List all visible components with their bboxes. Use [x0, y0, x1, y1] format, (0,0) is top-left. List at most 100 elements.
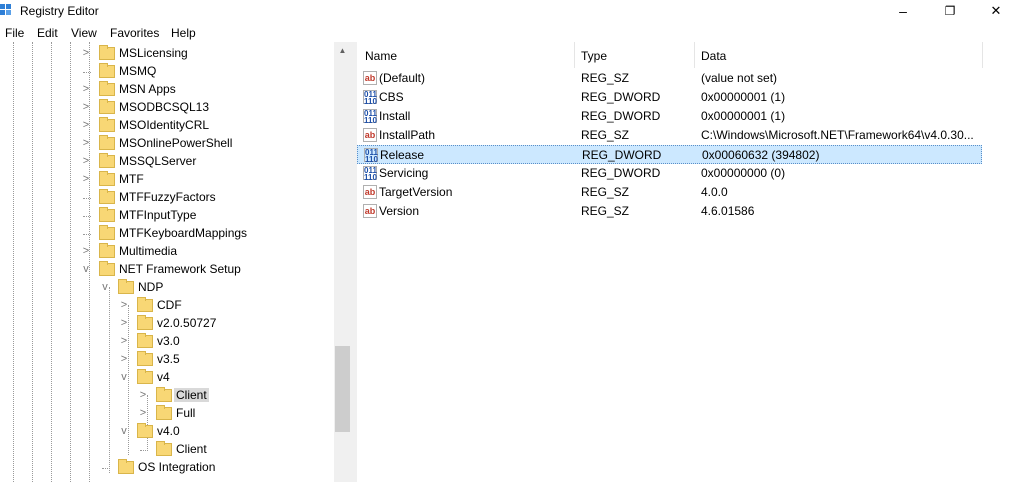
tree-node[interactable]: > MSOIdentityCRL: [0, 117, 334, 135]
value-row[interactable]: ab InstallPath REG_SZ C:\Windows\Microsoft.…: [357, 126, 982, 145]
expand-chevron-icon[interactable]: >: [119, 317, 129, 329]
tree-node[interactable]: > MSODBCSQL13: [0, 99, 334, 117]
tree-node[interactable]: MTFFuzzyFactors: [0, 189, 334, 207]
expand-chevron-icon[interactable]: >: [81, 47, 91, 59]
minimize-button[interactable]: –: [880, 0, 926, 24]
tree-node[interactable]: MTFInputType: [0, 207, 334, 225]
tree-node-label[interactable]: MSLicensing: [117, 46, 190, 60]
tree-node-label[interactable]: CDF: [155, 298, 184, 312]
tree-node-label[interactable]: OS Integration: [136, 460, 217, 474]
tree-node-label[interactable]: MTFInputType: [117, 208, 198, 222]
maximize-button[interactable]: ❐: [927, 0, 973, 24]
scroll-up-arrow-icon[interactable]: ▲: [334, 42, 351, 59]
string-value-icon: ab: [363, 185, 377, 199]
expand-chevron-icon[interactable]: >: [81, 137, 91, 149]
menu-edit[interactable]: Edit: [37, 26, 58, 40]
expand-chevron-icon[interactable]: >: [81, 119, 91, 131]
tree-node[interactable]: v NDP: [0, 279, 334, 297]
column-header-data[interactable]: Data: [701, 42, 726, 68]
tree-node-label[interactable]: MSMQ: [117, 64, 158, 78]
expand-chevron-icon[interactable]: >: [119, 353, 129, 365]
expand-chevron-icon[interactable]: >: [81, 173, 91, 185]
value-row[interactable]: 011 110 Release REG_DWORD 0x00060632 (39480…: [357, 145, 982, 164]
tree-node[interactable]: > MSN Apps: [0, 81, 334, 99]
expand-chevron-icon[interactable]: >: [138, 389, 148, 401]
value-type: REG_SZ: [581, 185, 630, 199]
column-divider[interactable]: [694, 42, 695, 68]
tree-node-label[interactable]: v4: [155, 370, 172, 384]
tree-node[interactable]: > Multimedia: [0, 243, 334, 261]
value-row[interactable]: ab Version REG_SZ 4.6.01586: [357, 202, 982, 221]
tree-node-label[interactable]: MTFKeyboardMappings: [117, 226, 249, 240]
tree-node-label[interactable]: MTF: [117, 172, 146, 186]
key-tree[interactable]: > MSLicensing MSMQ > MSN Apps > MSODBCSQL13 > MS…: [0, 42, 351, 482]
menu-help[interactable]: Help: [171, 26, 196, 40]
tree-node[interactable]: > MTF: [0, 171, 334, 189]
collapse-chevron-icon[interactable]: v: [81, 263, 91, 275]
tree-node-label[interactable]: Full: [174, 406, 197, 420]
folder-icon: [156, 441, 172, 456]
tree-node[interactable]: > v3.5: [0, 351, 334, 369]
close-button[interactable]: ✕: [973, 0, 1017, 24]
tree-node[interactable]: > MSLicensing: [0, 45, 334, 63]
tree-node[interactable]: MSMQ: [0, 63, 334, 81]
tree-node-label[interactable]: MSOnlinePowerShell: [117, 136, 234, 150]
value-type: REG_SZ: [581, 204, 630, 218]
collapse-chevron-icon[interactable]: v: [119, 425, 129, 437]
scroll-thumb[interactable]: [335, 346, 350, 432]
tree-node-label[interactable]: Multimedia: [117, 244, 179, 258]
tree-node[interactable]: > Full: [0, 405, 334, 423]
value-row[interactable]: 011 110 Install REG_DWORD 0x00000001 (1): [357, 107, 982, 126]
value-row[interactable]: 011 110 Servicing REG_DWORD 0x00000000 (0): [357, 164, 982, 183]
collapse-chevron-icon[interactable]: v: [100, 281, 110, 293]
expand-chevron-icon[interactable]: >: [81, 83, 91, 95]
value-list[interactable]: Name Type Data ab (Default) REG_SZ (value n…: [357, 42, 1017, 482]
folder-icon: [137, 351, 153, 366]
tree-node[interactable]: v NET Framework Setup: [0, 261, 334, 279]
tree-node[interactable]: Client: [0, 441, 334, 459]
tree-node[interactable]: > v2.0.50727: [0, 315, 334, 333]
tree-node[interactable]: > Client: [0, 387, 334, 405]
tree-node-label[interactable]: NET Framework Setup: [117, 262, 243, 276]
expand-chevron-icon[interactable]: >: [119, 299, 129, 311]
expand-chevron-icon[interactable]: >: [138, 407, 148, 419]
expand-chevron-icon[interactable]: >: [81, 245, 91, 257]
tree-node[interactable]: OS Integration: [0, 459, 334, 477]
collapse-chevron-icon[interactable]: v: [119, 371, 129, 383]
column-header-name[interactable]: Name: [365, 42, 397, 68]
tree-scrollbar[interactable]: ▲: [334, 42, 351, 482]
column-divider[interactable]: [574, 42, 575, 68]
tree-node[interactable]: > CDF: [0, 297, 334, 315]
tree-node-label[interactable]: Client: [174, 442, 209, 456]
value-row[interactable]: 011 110 CBS REG_DWORD 0x00000001 (1): [357, 88, 982, 107]
tree-node-label[interactable]: v3.0: [155, 334, 182, 348]
tree-node-label[interactable]: MSODBCSQL13: [117, 100, 211, 114]
tree-node-label[interactable]: NDP: [136, 280, 165, 294]
tree-node-label[interactable]: v4.0: [155, 424, 182, 438]
tree-node[interactable]: > MSSQLServer: [0, 153, 334, 171]
tree-node-label[interactable]: MSSQLServer: [117, 154, 198, 168]
expand-chevron-icon[interactable]: >: [81, 155, 91, 167]
value-row[interactable]: ab (Default) REG_SZ (value not set): [357, 69, 982, 88]
tree-node-label[interactable]: MSOIdentityCRL: [117, 118, 211, 132]
tree-node[interactable]: v v4.0: [0, 423, 334, 441]
tree-node-label[interactable]: v2.0.50727: [155, 316, 218, 330]
tree-node[interactable]: > MSOnlinePowerShell: [0, 135, 334, 153]
expand-chevron-icon[interactable]: >: [119, 335, 129, 347]
tree-node[interactable]: > v3.0: [0, 333, 334, 351]
column-divider[interactable]: [982, 42, 983, 68]
expand-chevron-icon[interactable]: >: [81, 101, 91, 113]
menu-file[interactable]: File: [5, 26, 24, 40]
tree-node[interactable]: v v4: [0, 369, 334, 387]
dword-value-icon: 011 110: [363, 90, 377, 106]
value-row[interactable]: ab TargetVersion REG_SZ 4.0.0: [357, 183, 982, 202]
tree-node-label[interactable]: MSN Apps: [117, 82, 178, 96]
tree-node-label[interactable]: Client: [174, 388, 209, 402]
tree-node[interactable]: MTFKeyboardMappings: [0, 225, 334, 243]
column-header-type[interactable]: Type: [581, 42, 607, 68]
value-data: (value not set): [701, 71, 778, 85]
tree-node-label[interactable]: v3.5: [155, 352, 182, 366]
menu-view[interactable]: View: [71, 26, 97, 40]
tree-node-label[interactable]: MTFFuzzyFactors: [117, 190, 218, 204]
menu-favorites[interactable]: Favorites: [110, 26, 159, 40]
